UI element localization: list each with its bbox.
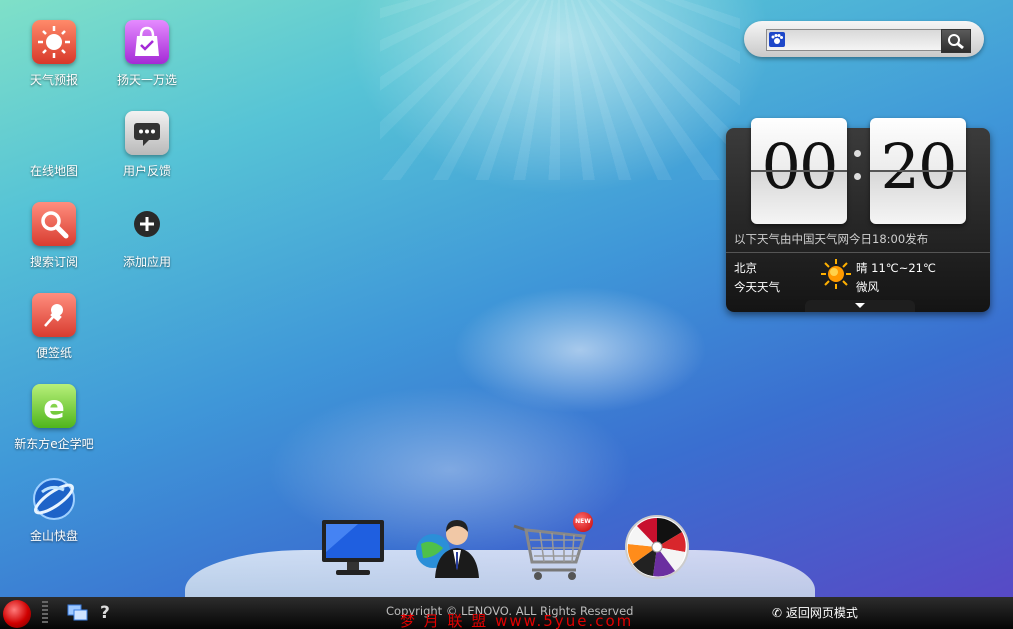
shopping-bag-icon [125, 20, 169, 64]
watermark-text: 梦 月 联 盟 www.5yue.com [400, 612, 634, 629]
app-label: 天气预报 [29, 73, 78, 87]
search-bar [744, 21, 984, 57]
kuaipan-globe-icon [32, 476, 76, 520]
clock-hours: 00 [751, 118, 847, 224]
taskbar-grip [42, 601, 48, 625]
clock-hours-value: 00 [761, 130, 839, 203]
lottery-wheel-icon [625, 515, 689, 579]
app-user-feedback[interactable]: 用户反馈 [105, 111, 189, 179]
app-online-map[interactable]: 在线地图 [12, 111, 96, 179]
weather-city: 北京 [734, 261, 757, 275]
return-web-mode-label: 返回网页模式 [785, 606, 858, 620]
app-e-learning[interactable]: e 新东方e企学吧 [10, 384, 98, 452]
app-weather[interactable]: 天气预报 [12, 20, 96, 88]
app-sticky-note[interactable]: 便签纸 [12, 293, 96, 361]
switch-window-icon[interactable] [67, 604, 89, 626]
app-label: 金山快盘 [29, 529, 78, 543]
app-yangtian-select[interactable]: 扬天一万选 [105, 20, 189, 88]
flip-divider [751, 170, 847, 172]
app-label: 新东方e企学吧 [14, 437, 94, 451]
new-badge-text: NEW [575, 518, 591, 525]
dock-shelf [185, 550, 815, 600]
sunny-icon [820, 258, 852, 294]
svg-text:e: e [43, 388, 65, 426]
app-add-application[interactable]: 添加应用 [105, 202, 189, 270]
app-label: 在线地图 [29, 164, 78, 178]
clock-minutes: 20 [870, 118, 966, 224]
app-search-subscribe[interactable]: 搜索订阅 [12, 202, 96, 270]
clock-colon [854, 150, 862, 196]
weather-divider [726, 252, 990, 253]
customer-service-icon [416, 520, 479, 578]
weather-sun-icon [32, 20, 76, 64]
search-icon [948, 34, 964, 50]
dock-shopping-cart[interactable]: NEW [510, 512, 594, 584]
clock-minutes-value: 20 [880, 130, 958, 203]
search-magnifier-icon [32, 202, 76, 246]
desktop-background: 天气预报 在线地图 搜索订阅 便签纸 e 新东方e企学吧 金山快盘 扬天一万选 [0, 0, 1013, 629]
app-label: 添加应用 [122, 255, 171, 269]
help-button[interactable]: ? [100, 603, 110, 623]
dock-monitor[interactable] [318, 514, 388, 584]
feedback-chat-icon [125, 111, 169, 155]
search-button[interactable] [941, 29, 971, 53]
search-input[interactable] [766, 29, 943, 51]
dock-customer-service[interactable] [413, 514, 483, 584]
phone-return-icon: ✆ [772, 606, 783, 620]
app-label: 搜索订阅 [29, 255, 78, 269]
return-web-mode-link[interactable]: ✆ 返回网页模式 [772, 604, 858, 621]
weather-today-label: 今天天气 [734, 280, 780, 294]
e-learning-icon: e [32, 384, 76, 428]
weather-wind: 微风 [856, 280, 879, 294]
app-label: 扬天一万选 [116, 73, 177, 87]
app-kuaipan[interactable]: 金山快盘 [12, 476, 96, 544]
weather-condition: 晴 11℃~21℃ [856, 261, 936, 275]
monitor-icon [322, 520, 384, 575]
widget-expand-tab[interactable] [805, 300, 915, 312]
chevron-down-icon [855, 303, 865, 308]
app-label: 便签纸 [35, 346, 72, 360]
weather-source-note: 以下天气由中国天气网今日18:00发布 [734, 232, 929, 246]
add-plus-icon [125, 202, 169, 246]
dock-lottery-wheel[interactable] [623, 514, 693, 584]
app-label: 用户反馈 [122, 164, 171, 178]
sun-rays [380, 0, 740, 180]
start-button[interactable] [3, 600, 31, 628]
new-badge: NEW [573, 512, 593, 532]
baidu-paw-icon[interactable] [769, 32, 785, 47]
weather-clock-widget: 00 20 以下天气由中国天气网今日18:00发布 北京 今天天气 晴 11℃~… [726, 118, 990, 312]
pin-note-icon [32, 293, 76, 337]
flip-divider [870, 170, 966, 172]
map-icon [32, 111, 76, 155]
